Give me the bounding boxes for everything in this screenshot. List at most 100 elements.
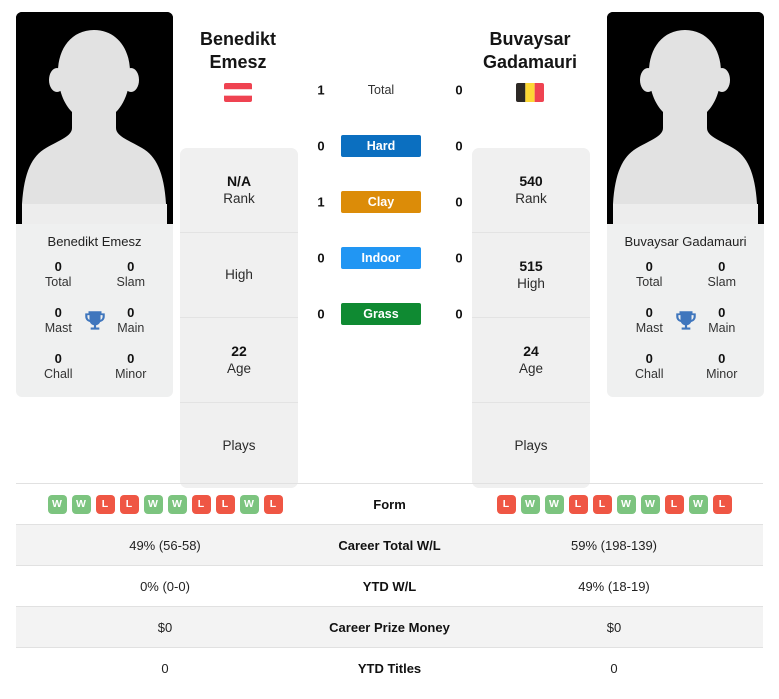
- form-badge-win: W: [167, 494, 187, 514]
- row-label-ytd-wl: YTD W/L: [362, 578, 417, 594]
- belgium-flag-icon: [516, 83, 544, 102]
- right-player-trophy-grid: 0 Total 0 Slam 0 Mast 0 Main 0 Chall 0 M…: [613, 259, 758, 383]
- form-badge-loss: L: [592, 494, 612, 514]
- right-strip-rank-value: 540: [519, 173, 543, 190]
- row-label-career-prize-money: Career Prize Money: [329, 619, 450, 635]
- form-badge-loss: L: [95, 494, 115, 514]
- h2h-clay-left-score: 1: [317, 194, 325, 210]
- comparison-header-area: Benedikt Emesz 0 Total 0 Slam 0 Mast 0 M…: [0, 0, 779, 488]
- form-badge-win: W: [71, 494, 91, 514]
- right-strip-plays-label: Plays: [514, 437, 548, 453]
- left-strip-plays: Plays: [180, 403, 298, 488]
- form-badge-loss: L: [263, 494, 283, 514]
- h2h-total-label: Total: [367, 83, 395, 97]
- right-player-card: Buvaysar Gadamauri 0 Total 0 Slam 0 Mast: [607, 224, 764, 397]
- h2h-total-left-score: 1: [317, 82, 325, 98]
- h2h-hard-right-score: 0: [455, 138, 463, 154]
- form-badge-win: W: [688, 494, 708, 514]
- right-player-first-name: Buvaysar: [489, 29, 571, 49]
- right-trophy-slam: 0 Slam: [686, 259, 759, 291]
- right-trophy-slam-label: Slam: [707, 275, 736, 290]
- left-player-headline: Benedikt Emesz: [178, 28, 298, 102]
- right-trophy-chall-label: Chall: [635, 367, 664, 381]
- left-trophy-minor-label: Minor: [115, 367, 147, 381]
- trophy-icon: [84, 311, 105, 330]
- right-trophy-total-value: 0: [645, 259, 653, 274]
- form-badge-loss: L: [215, 494, 235, 514]
- left-form-badges: WWLLWWLLWL: [16, 494, 314, 514]
- trophy-icon: [675, 311, 696, 330]
- austria-flag-icon: [224, 83, 252, 102]
- form-badge-win: W: [520, 494, 540, 514]
- left-trophy-chall: 0 Chall: [22, 351, 95, 383]
- h2h-row-total: 1 Total 0: [300, 62, 480, 118]
- left-trophy-slam-label: Slam: [116, 275, 145, 290]
- right-strip-rank: 540 Rank: [472, 148, 590, 233]
- table-row-ytd-wl: 0% (0-0) YTD W/L 49% (18-19): [16, 565, 763, 607]
- row-label-ytd-titles: YTD Titles: [357, 660, 422, 676]
- right-trophy-minor: 0 Minor: [686, 351, 759, 383]
- table-row-career-total-wl: 49% (56-58) Career Total W/L 59% (198-13…: [16, 524, 763, 566]
- h2h-row-clay: 1 Clay 0: [300, 174, 480, 230]
- right-strip-rank-label: Rank: [515, 191, 547, 207]
- left-trophy-total-label: Total: [45, 275, 72, 290]
- h2h-clay-bar[interactable]: Clay: [341, 191, 421, 213]
- left-player-stat-strip: N/A Rank High 22 Age Plays: [180, 148, 298, 488]
- left-strip-high-label: High: [225, 267, 253, 283]
- right-strip-age: 24 Age: [472, 318, 590, 403]
- left-strip-high: High: [180, 233, 298, 318]
- left-strip-age-value: 22: [231, 343, 247, 360]
- right-player-column: Buvaysar Gadamauri 0 Total 0 Slam 0 Mast: [607, 12, 764, 397]
- right-strip-age-value: 24: [523, 343, 539, 360]
- right-strip-age-label: Age: [518, 361, 544, 377]
- left-trophy-chall-value: 0: [54, 350, 62, 366]
- table-row-ytd-titles: 0 YTD Titles 0: [16, 647, 763, 689]
- left-career-total-wl: 49% (56-58): [129, 537, 201, 553]
- left-strip-rank-label: Rank: [223, 191, 255, 207]
- left-trophy-minor-value: 0: [127, 350, 135, 366]
- right-trophy-chall-value: 0: [645, 350, 653, 366]
- table-row-form: WWLLWWLLWL Form LWWLLWWLWL: [16, 483, 763, 525]
- right-trophy-slam-value: 0: [718, 259, 726, 274]
- right-strip-high-label: High: [517, 276, 545, 292]
- right-player-photo: [607, 12, 764, 224]
- right-player-last-name: Gadamauri: [482, 51, 578, 72]
- left-player-photo: [16, 12, 173, 224]
- left-player-trophy-grid: 0 Total 0 Slam 0 Mast 0 Main 0 Chall 0 M…: [22, 259, 167, 383]
- left-strip-plays-label: Plays: [222, 437, 256, 453]
- comparison-stats-table: WWLLWWLLWL Form LWWLLWWLWL 49% (56-58) C…: [16, 483, 763, 689]
- left-player-column: Benedikt Emesz 0 Total 0 Slam 0 Mast 0 M…: [16, 12, 173, 397]
- h2h-hard-bar[interactable]: Hard: [341, 135, 421, 157]
- right-player-stat-strip: 540 Rank 515 High 24 Age Plays: [472, 148, 590, 488]
- h2h-row-indoor: 0 Indoor 0: [300, 230, 480, 286]
- right-form-cell: LWWLLWWLWL: [465, 484, 763, 525]
- right-ytd-titles: 0: [610, 660, 618, 676]
- left-trophy-total-value: 0: [54, 259, 62, 274]
- h2h-grass-bar[interactable]: Grass: [341, 303, 421, 325]
- h2h-clay-right-score: 0: [455, 194, 463, 210]
- form-badge-win: W: [239, 494, 259, 514]
- form-badge-loss: L: [119, 494, 139, 514]
- h2h-indoor-left-score: 0: [317, 250, 325, 266]
- h2h-grass-right-score: 0: [455, 306, 463, 322]
- form-badge-loss: L: [712, 494, 732, 514]
- h2h-indoor-bar[interactable]: Indoor: [341, 247, 421, 269]
- right-career-prize-money: $0: [606, 619, 622, 635]
- left-strip-age-label: Age: [226, 361, 252, 377]
- right-player-card-name: Buvaysar Gadamauri: [624, 234, 747, 249]
- left-form-cell: WWLLWWLLWL: [16, 484, 314, 525]
- head-to-head-surfaces: 1 Total 0 0 Hard 0 1 Clay 0 0 Indoor 0 0: [300, 62, 480, 342]
- table-row-career-prize-money: $0 Career Prize Money $0: [16, 606, 763, 648]
- h2h-row-grass: 0 Grass 0: [300, 286, 480, 342]
- form-badge-loss: L: [568, 494, 588, 514]
- left-player-card: Benedikt Emesz 0 Total 0 Slam 0 Mast 0 M…: [16, 224, 173, 397]
- right-strip-high: 515 High: [472, 233, 590, 318]
- right-trophy-minor-value: 0: [718, 350, 726, 366]
- h2h-grass-left-score: 0: [317, 306, 325, 322]
- left-trophy-slam-value: 0: [127, 259, 135, 274]
- form-badge-win: W: [47, 494, 67, 514]
- left-player-last-name: Emesz: [209, 51, 267, 72]
- left-ytd-wl: 0% (0-0): [140, 578, 190, 594]
- left-career-prize-money: $0: [157, 619, 173, 635]
- form-badge-win: W: [640, 494, 660, 514]
